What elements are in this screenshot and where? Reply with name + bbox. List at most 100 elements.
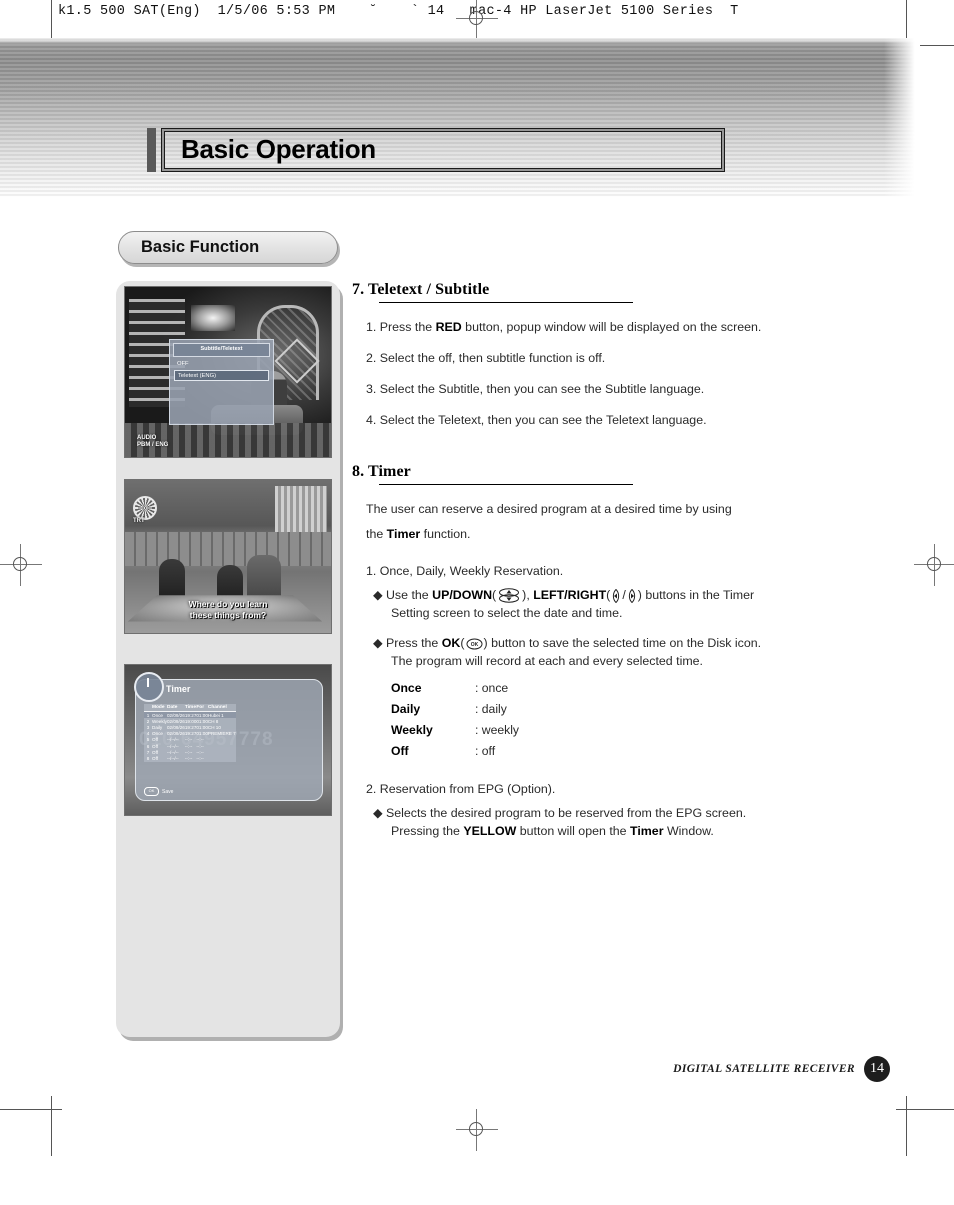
timer-header-row: Mode Date Time For Channel (144, 704, 236, 712)
section-7: 7. Teletext / Subtitle 1. Press the RED … (352, 281, 822, 429)
page-title: Basic Operation (181, 134, 376, 164)
section-pill-label: Basic Function (141, 238, 260, 256)
ok-paren-open: ( (460, 636, 465, 650)
red-button-keyword: RED (435, 320, 462, 334)
section-7-rule (379, 302, 633, 303)
timer-cell: 02/09/26 (166, 731, 185, 737)
up-down-rocker-icon (499, 588, 520, 603)
teletext-step-1-post: button, popup window will be displayed o… (461, 320, 762, 334)
subtitle-line-1: Where do you learn (188, 599, 268, 609)
main-content: 7. Teletext / Subtitle 1. Press the RED … (352, 281, 822, 840)
definition-key: Once (391, 681, 422, 695)
definition-key: Daily (391, 702, 421, 716)
scene-stone-wall (125, 532, 331, 566)
timer-row[interactable]: 1 Once 02/09/26 19:27 01:00 Hubei 1 (144, 711, 236, 719)
teletext-step-2: 2. Select the off, then subtitle functio… (366, 351, 606, 365)
definition-row: Daily : daily (391, 700, 519, 721)
timer-col-date: Date (166, 704, 185, 712)
definition-value: : once (475, 681, 509, 695)
timer-table-body: 1 Once 02/09/26 19:27 01:00 Hubei 1 2 Weekly 02/… (144, 711, 236, 762)
timer-cell: 1 (146, 712, 150, 718)
teletext-step-1: 1. Press the RED button, popup window wi… (366, 319, 822, 336)
timer-cell: 02/09/26 (166, 712, 185, 718)
page-number-badge: 14 (864, 1056, 890, 1082)
crop-mark-bottom-right-vertical (906, 1096, 907, 1156)
registration-ring (469, 11, 483, 25)
teletext-step-4: 4. Select the Teletext, then you can see… (366, 413, 707, 427)
osd-audio-badge: AUDIO PBM / ENG (137, 435, 169, 448)
osd-timer-window: Timer Mode Date Time For Channel 1 Once 02… (134, 672, 323, 801)
timer-bullet-ok: ◆ Press the OK( OK ) button to save the … (373, 634, 822, 652)
ok-keyword: OK (441, 636, 461, 650)
definition-value: : daily (475, 702, 507, 716)
section-pill: Basic Function (118, 231, 338, 264)
screenshot-timer-screen: 010-64957778 Timer Mode Date Time For Ch… (124, 664, 332, 816)
leftright-keyword: LEFT/RIGHT (533, 588, 607, 602)
banner-right-fade (884, 38, 920, 198)
definition-value: : weekly (475, 723, 520, 737)
timer-step-2: 2. Reservation from EPG (Option). (366, 782, 556, 796)
timer-cell: 8 (146, 755, 150, 761)
timer-cell: 19:27 (184, 731, 197, 737)
timer-intro-line-2: the Timer function. (366, 522, 822, 547)
osd-option-teletext-eng[interactable]: Teletext (ENG) (174, 370, 269, 381)
crop-mark-bottom-left-horizontal (0, 1109, 62, 1110)
timer-bullet-updown: ◆ Use the UP/DOWN( ), LEFT/RIGHT( / ) bu… (373, 586, 822, 604)
timer-cell: 01:00 (196, 724, 208, 730)
definition-row: Weekly: weekly (391, 721, 519, 742)
definition-key: Off (391, 744, 409, 758)
clock-icon (134, 672, 164, 702)
timer-bullet-epg: ◆ Selects the desired program to be rese… (373, 804, 822, 822)
timer-table: Mode Date Time For Channel 1 Once 02/09/26… (144, 704, 236, 762)
osd-popup-title: Subtitle/Teletext (173, 343, 270, 357)
epg-cont-mid: button will open the (516, 824, 630, 838)
timer-cell: 19:00 (184, 718, 197, 724)
timer-cell: 01:00 (196, 712, 208, 718)
registration-ring (927, 557, 941, 571)
subtitle-line-2: these things from? (189, 610, 267, 620)
timer-mode-definitions: Once: once Daily: daily Weekly: weekly Off:… (391, 679, 519, 763)
timer-row[interactable]: 8 Off --/--/-- --:-- --:-- (144, 755, 236, 761)
definition-row: Once : once (391, 679, 519, 700)
left-arrow-key-icon (613, 588, 620, 603)
timer-col-for: For (196, 704, 208, 712)
crop-mark-bottom-left-vertical (51, 1096, 52, 1156)
bullet-diamond-icon-2: ◆ (373, 636, 383, 650)
timer-cell: 01:00 (196, 731, 208, 737)
bullet-updown-pre: Use the (385, 588, 433, 602)
section-8-number: 8. (352, 463, 365, 480)
timer-intro-pre: the (366, 527, 387, 541)
timer-cell: PREMIERE 7 (207, 731, 236, 737)
timer-intro-post: function. (420, 527, 471, 541)
right-arrow-key-icon (628, 588, 635, 603)
timer-cell: Once (152, 712, 163, 718)
timer-intro-line-1: The user can reserve a desired program a… (366, 502, 732, 516)
chapter-title-accent-bar (147, 128, 156, 172)
channel-label: TRT (133, 518, 145, 524)
updown-paren-open: ( (492, 588, 497, 602)
timer-col-index (144, 704, 152, 712)
timer-cell: Hubei 1 (207, 712, 224, 718)
timer-cell: --:-- (196, 755, 204, 761)
print-slug-line: k1.5 500 SAT(Eng) 1/5/06 5:53 PM ˘ ` 14 … (58, 4, 739, 19)
section-7-heading: 7. Teletext / Subtitle (352, 281, 822, 299)
timer-cell: 02/09/26 (166, 724, 185, 730)
illustration-panel: Subtitle/Teletext OFF Teletext (ENG) AUD… (116, 281, 340, 1037)
ok-paren-close-text: ) button to save the selected time on th… (483, 636, 762, 650)
scene-lamp (191, 305, 235, 331)
bullet-ok-pre: Press the (385, 636, 442, 650)
registration-mark-top (456, 0, 498, 40)
timer-cell: Weekly (152, 718, 167, 724)
screenshot-teletext-popup: Subtitle/Teletext OFF Teletext (ENG) AUD… (124, 286, 332, 458)
timer-cell: 01:00 (196, 718, 208, 724)
definition-row: Off: off (391, 742, 519, 763)
timer-row[interactable]: 4 Once 02/09/26 19:27 01:00 PREMIERE 7 (144, 731, 236, 737)
timer-cell: Off (152, 755, 159, 761)
epg-cont-post: Window. (663, 824, 714, 838)
osd-option-off[interactable]: OFF (174, 359, 269, 370)
osd-save-hint: OK Save (144, 787, 173, 796)
osd-subtitle-teletext-popup: Subtitle/Teletext OFF Teletext (ENG) (169, 339, 274, 425)
timer-window-keyword: Timer (630, 824, 664, 838)
epg-cont-pre: Pressing the (391, 824, 464, 838)
osd-subtitle-text: Where do you learn these things from? (125, 599, 331, 621)
